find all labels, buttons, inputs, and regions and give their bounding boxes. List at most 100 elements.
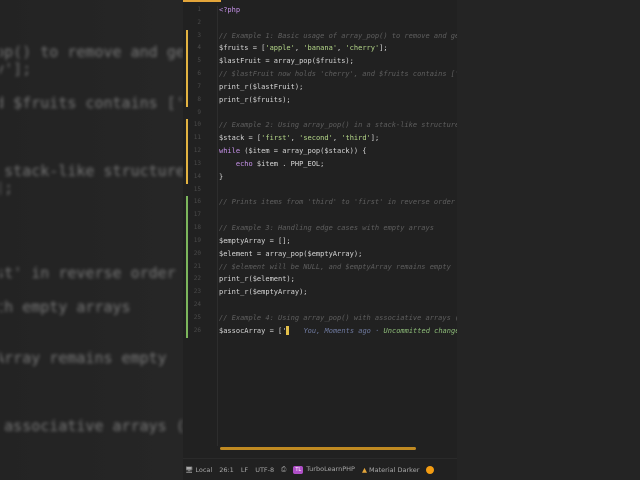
line-text: // Example 1: Basic usage of array_pop()… xyxy=(219,30,457,43)
token-p: } xyxy=(219,172,224,181)
code-line[interactable]: 15 xyxy=(183,184,457,197)
line-number: 12 xyxy=(193,147,201,155)
code-line[interactable]: 14} xyxy=(183,170,457,184)
token-s: 'apple' xyxy=(265,44,295,53)
line-number: 19 xyxy=(193,236,201,244)
code-area[interactable]: 1 <?php 2 3// Example 1: Basic usage of arr… xyxy=(183,4,457,338)
token-p: , xyxy=(332,134,342,143)
line-number: 15 xyxy=(193,185,201,193)
status-location[interactable]: 🖥 Local xyxy=(185,466,212,474)
code-line[interactable]: 7 print_r($lastFruit); xyxy=(183,80,457,94)
token-c: // Example 3: Handling edge cases with e… xyxy=(219,224,434,233)
token-c: // $lastFruit now holds 'cherry', and $f… xyxy=(219,70,457,79)
token-p: ]; xyxy=(370,134,380,143)
blurred-background-left: <?php // Example 1: Basic usage of array… xyxy=(0,0,183,480)
line-number: 20 xyxy=(193,249,201,257)
code-line[interactable]: 23 print_r($emptyArray); xyxy=(183,286,457,300)
blame-time: Moments ago xyxy=(324,326,371,335)
code-line[interactable]: 5 $lastFruit = array_pop($fruits); xyxy=(183,55,457,69)
active-tab-indicator xyxy=(183,0,221,2)
token-s: 'banana' xyxy=(303,44,338,53)
line-number: 1 xyxy=(197,6,201,13)
code-line[interactable]: 6 // $lastFruit now holds 'cherry', and $… xyxy=(183,68,457,81)
cursor-position[interactable]: 26:1 xyxy=(219,466,234,474)
code-line[interactable]: 9 xyxy=(183,107,457,120)
code-line[interactable]: 2 xyxy=(183,17,457,30)
lock-icon[interactable]: ⎙ xyxy=(281,465,286,474)
line-number: 24 xyxy=(193,301,201,309)
token-k: <?php xyxy=(219,6,241,14)
token-p: ]; xyxy=(379,44,388,53)
horizontal-scrollbar[interactable] xyxy=(220,447,416,450)
code-line[interactable]: 1 <?php xyxy=(183,4,457,17)
line-text: print_r($element); xyxy=(219,273,295,286)
code-line[interactable]: 11 $stack = ['first', 'second', 'third']; xyxy=(183,132,457,146)
token-p: ($item = array_pop($stack)) { xyxy=(240,147,367,156)
code-line[interactable]: 20 $element = array_pop($emptyArray); xyxy=(183,247,457,261)
token-c: // $element will be NULL, and $emptyArra… xyxy=(219,262,451,271)
line-text: $lastFruit = array_pop($fruits); xyxy=(219,55,354,68)
line-number: 16 xyxy=(193,198,201,206)
line-text: print_r($fruits); xyxy=(219,94,291,107)
token-p: $lastFruit = array_pop($fruits); xyxy=(219,57,354,66)
code-line[interactable]: 25 // Example 4: Using array_pop() with a… xyxy=(183,311,457,325)
line-number: 23 xyxy=(193,288,201,296)
line-number: 17 xyxy=(193,211,201,219)
line-number: 13 xyxy=(193,159,201,167)
text-cursor xyxy=(286,326,290,336)
line-text: print_r($lastFruit); xyxy=(219,81,303,94)
code-line[interactable]: 21 // $element will be NULL, and $emptyAr… xyxy=(183,260,457,274)
token-c: // Example 1: Basic usage of array_pop()… xyxy=(219,31,457,40)
plugin-widget[interactable]: TL TurboLearnPHP xyxy=(293,465,355,474)
line-text: $element = array_pop($emptyArray); xyxy=(219,248,362,261)
code-line[interactable]: 26 $assocArray = [' You, Moments ago · Unc… xyxy=(183,324,457,338)
token-c: // Example 2: Using array_pop() in a sta… xyxy=(219,121,457,130)
token-p: print_r($element); xyxy=(219,275,295,284)
line-number: 21 xyxy=(193,262,201,270)
code-line[interactable]: 24 xyxy=(183,299,457,312)
token-c: // Prints items from 'third' to 'first' … xyxy=(219,198,456,207)
code-line[interactable]: 10 // Example 2: Using array_pop() in a s… xyxy=(183,119,457,133)
token-p: print_r($emptyArray); xyxy=(219,288,308,297)
line-text: $emptyArray = []; xyxy=(219,235,291,248)
line-ending[interactable]: LF xyxy=(241,466,248,474)
code-line[interactable]: 8 print_r($fruits); xyxy=(183,93,457,107)
line-text: } xyxy=(219,171,223,184)
line-number: 11 xyxy=(193,134,201,142)
plugin-icon: TL xyxy=(293,466,304,474)
line-number: 18 xyxy=(193,224,201,232)
status-bar: 🖥 Local 26:1 LF UTF-8 ⎙ TL TurboLearnPHP … xyxy=(183,458,457,480)
code-line[interactable]: 12 while ($item = array_pop($stack)) { xyxy=(183,145,457,158)
code-line[interactable]: 17 xyxy=(183,209,457,223)
encoding[interactable]: UTF-8 xyxy=(255,466,274,474)
code-line[interactable]: 4 $fruits = ['apple', 'banana', 'cherry']… xyxy=(183,42,457,56)
line-number: 2 xyxy=(197,18,201,26)
token-p: $stack = [ xyxy=(219,134,262,143)
theme-widget[interactable]: ▲ Material Darker xyxy=(362,466,419,474)
token-p: $element = array_pop($emptyArray); xyxy=(219,249,363,258)
code-line[interactable]: 16 // Prints items from 'third' to 'first… xyxy=(183,196,457,210)
code-line[interactable]: 3 // Example 1: Basic usage of array_pop(… xyxy=(183,29,457,43)
line-number: 22 xyxy=(193,275,201,283)
token-p: print_r($fruits); xyxy=(219,95,291,104)
code-line[interactable]: 13 echo $item . PHP_EOL; xyxy=(183,157,457,171)
line-number: 3 xyxy=(197,31,201,39)
line-number: 9 xyxy=(197,108,201,116)
plugin-label: TurboLearnPHP xyxy=(306,465,355,473)
line-number: 7 xyxy=(197,82,201,90)
code-line[interactable]: 22 print_r($element); xyxy=(183,273,457,287)
token-s: 'first' xyxy=(261,134,291,143)
inline-blame[interactable]: You, Moments ago · Uncommitted changes xyxy=(303,327,457,335)
notification-dot-icon[interactable] xyxy=(426,465,435,474)
code-line[interactable]: 18 // Example 3: Handling edge cases with… xyxy=(183,222,457,235)
blame-author: You xyxy=(303,326,317,335)
line-number: 6 xyxy=(197,70,201,78)
token-c: // Example 4: Using array_pop() with ass… xyxy=(219,313,457,322)
code-editor[interactable]: 1 <?php 2 3// Example 1: Basic usage of arr… xyxy=(183,0,457,480)
line-number: 4 xyxy=(197,44,201,52)
line-text: // Example 2: Using array_pop() in a sta… xyxy=(219,119,457,132)
line-number: 10 xyxy=(193,121,201,129)
line-number: 5 xyxy=(197,57,201,65)
code-line[interactable]: 19 $emptyArray = []; xyxy=(183,234,457,248)
token-s: 'third' xyxy=(341,134,371,143)
